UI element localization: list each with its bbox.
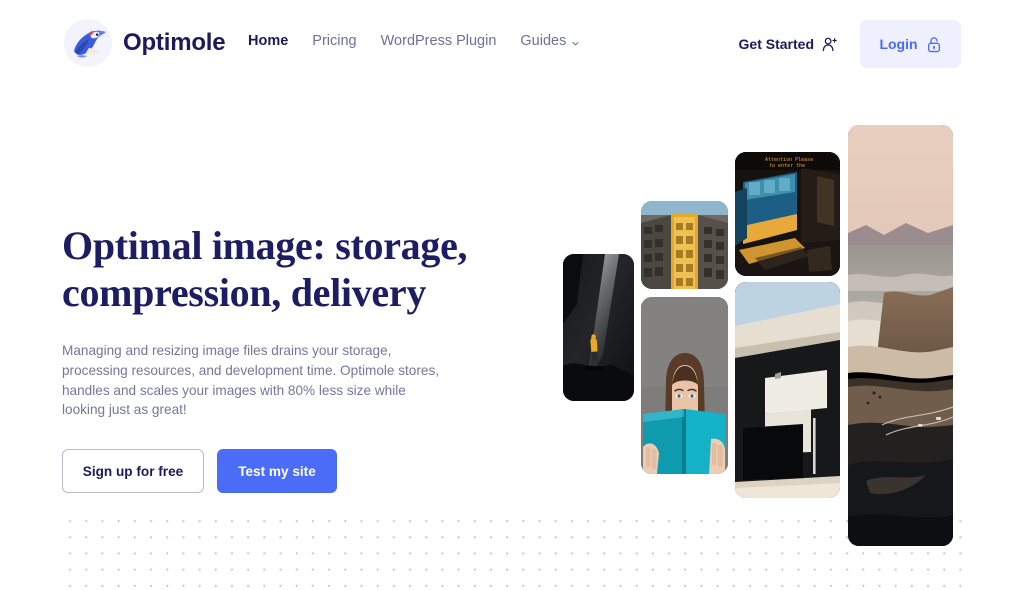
hiker-in-cave-photo[interactable]: [563, 254, 634, 401]
modern-architecture-photo[interactable]: [735, 282, 840, 498]
train-station-photo[interactable]: Attention Please to enter the: [735, 152, 840, 276]
header-actions: Get Started Login: [739, 20, 961, 68]
get-started-label: Get Started: [738, 36, 814, 52]
svg-text:to enter the: to enter the: [769, 163, 805, 169]
brand-logo-link[interactable]: Optimole: [62, 17, 226, 69]
dot-grid-decoration: [58, 508, 966, 590]
nav-item-wordpress-plugin[interactable]: WordPress Plugin: [381, 33, 497, 49]
woman-reading-book-photo[interactable]: [641, 297, 728, 474]
nav-item-wordpress-plugin-label: WordPress Plugin: [380, 33, 497, 49]
nav-item-home[interactable]: Home: [248, 33, 288, 49]
nav-item-guides-label: Guides: [520, 33, 567, 49]
coastal-road-photo[interactable]: [848, 125, 953, 546]
sign-up-for-free-button[interactable]: Sign up for free: [62, 449, 204, 494]
hero-subtitle: Managing and resizing image files drains…: [62, 343, 440, 418]
landing-page: Optimole Home Pricing WordPress Plugin G…: [0, 0, 1023, 590]
chevron-down-icon: [571, 36, 580, 45]
hero-title: Optimal image: storage, compression, del…: [62, 223, 468, 315]
hero-cta-group: Sign up for free Test my site: [62, 449, 482, 494]
brand-name: Optimole: [123, 29, 226, 56]
login-button-label: Login: [879, 36, 918, 52]
optimole-mole-logo-icon: [62, 17, 114, 69]
site-header: Optimole Home Pricing WordPress Plugin G…: [0, 0, 1023, 88]
primary-navigation: Home Pricing WordPress Plugin Guides: [248, 33, 580, 49]
yellow-building-facade-photo[interactable]: [641, 201, 728, 289]
lock-icon: [926, 36, 942, 53]
hero-section: Optimal image: storage, compression, del…: [62, 222, 482, 494]
user-plus-icon: [821, 36, 838, 53]
test-my-site-button[interactable]: Test my site: [217, 449, 337, 494]
nav-item-pricing[interactable]: Pricing: [312, 33, 356, 49]
nav-item-pricing-label: Pricing: [312, 33, 357, 49]
get-started-link[interactable]: Get Started: [739, 36, 838, 53]
login-button[interactable]: Login: [860, 20, 961, 68]
nav-item-guides[interactable]: Guides: [520, 33, 580, 49]
nav-item-home-label: Home: [248, 33, 289, 49]
